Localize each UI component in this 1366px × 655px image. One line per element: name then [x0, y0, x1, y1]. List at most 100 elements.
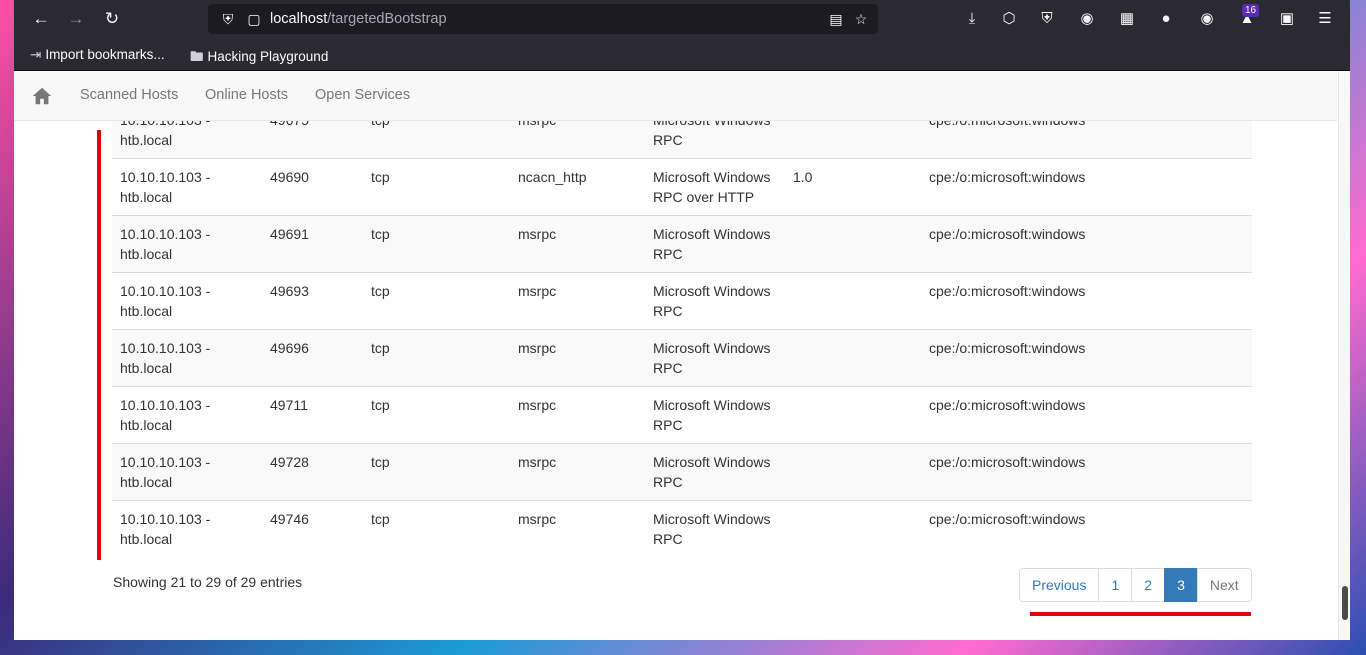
- cell-host: 10.10.10.103 - htb.local: [112, 386, 262, 444]
- extension-badge: 16: [1242, 4, 1260, 17]
- highlight-bar: [97, 130, 101, 560]
- url-path: /targetedBootstrap: [327, 11, 447, 27]
- cell-host: 10.10.10.103 - htb.local: [112, 443, 262, 501]
- cell-host: 10.10.10.103 - htb.local: [112, 215, 262, 273]
- cookie-editor-icon[interactable]: ◉: [1196, 8, 1218, 30]
- cell-product: Microsoft Windows RPC: [645, 500, 785, 558]
- page-info-icon[interactable]: ▢: [244, 9, 264, 29]
- table-row: 10.10.10.103 - htb.local 49690 tcp ncacn_ht…: [112, 158, 1252, 216]
- pagination-next[interactable]: Next: [1196, 568, 1252, 602]
- browser-window: ← → ↻ ⛨ ▢ localhost/targetedBootstrap ▤ …: [14, 0, 1350, 640]
- nav-online-hosts[interactable]: Online Hosts: [205, 87, 288, 103]
- qr-code-icon[interactable]: ▦: [1116, 8, 1138, 30]
- cell-host: 10.10.10.103 - htb.local: [112, 272, 262, 330]
- pagination-previous[interactable]: Previous: [1019, 568, 1100, 602]
- downloads-icon[interactable]: ⤓: [961, 8, 983, 30]
- pagination-page-3[interactable]: 3: [1164, 568, 1198, 602]
- cell-port: 49696: [262, 329, 363, 387]
- cell-port: 49746: [262, 500, 363, 558]
- nav-scanned-hosts[interactable]: Scanned Hosts: [80, 87, 178, 103]
- cell-version: [785, 215, 921, 273]
- forward-icon[interactable]: →: [64, 7, 88, 31]
- browser-toolbar: ← → ↻ ⛨ ▢ localhost/targetedBootstrap ▤ …: [14, 0, 1350, 38]
- cell-version: [785, 272, 921, 330]
- cell-cpe: cpe:/o:microsoft:windows: [921, 215, 1252, 273]
- cell-protocol: tcp: [363, 215, 510, 273]
- cell-version: [785, 386, 921, 444]
- cell-product: Microsoft Windows RPC: [645, 443, 785, 501]
- cell-service: msrpc: [510, 443, 645, 501]
- scrollbar-track[interactable]: [1338, 71, 1350, 640]
- table-row: 10.10.10.103 - htb.local 49746 tcp msrpc Mic…: [112, 500, 1252, 558]
- pagination-page-2[interactable]: 2: [1131, 568, 1166, 602]
- cell-cpe: cpe:/o:microsoft:windows: [921, 443, 1252, 501]
- cell-protocol: tcp: [363, 158, 510, 216]
- table-row: 10.10.10.103 - htb.local 49696 tcp msrpc Mic…: [112, 329, 1252, 387]
- cell-host: 10.10.10.103 - htb.local: [112, 500, 262, 558]
- cell-protocol: tcp: [363, 329, 510, 387]
- cell-product: Microsoft Windows RPC: [645, 386, 785, 444]
- url-text[interactable]: localhost/targetedBootstrap: [270, 11, 447, 27]
- cell-service: msrpc: [510, 215, 645, 273]
- cell-port: 49728: [262, 443, 363, 501]
- nav-open-services[interactable]: Open Services: [315, 87, 410, 103]
- cell-service: msrpc: [510, 386, 645, 444]
- bookmarks-bar: ⇥ Import bookmarks... 🖿 Hacking Playground: [14, 38, 1350, 71]
- cell-service: ncacn_http: [510, 158, 645, 216]
- reload-icon[interactable]: ↻: [100, 7, 124, 31]
- shield-icon[interactable]: ⛨: [218, 9, 238, 29]
- cookie-icon[interactable]: ●: [1155, 8, 1177, 30]
- table-row: 10.10.10.103 - htb.local 49711 tcp msrpc Mic…: [112, 386, 1252, 444]
- cell-host: 10.10.10.103 - htb.local: [112, 329, 262, 387]
- pagination: Previous 1 2 3 Next: [1019, 568, 1252, 602]
- folder-icon: 🖿: [190, 49, 204, 64]
- cell-service: msrpc: [510, 500, 645, 558]
- cell-port: 49711: [262, 386, 363, 444]
- bookmark-hacking-playground[interactable]: 🖿 Hacking Playground: [190, 47, 328, 70]
- bookmark-import-label: Import bookmarks...: [45, 47, 165, 62]
- services-table: 10.10.10.103 - htb.local49675tcpmsrpcMic…: [112, 101, 1252, 558]
- cell-product: Microsoft Windows RPC: [645, 215, 785, 273]
- cell-cpe: cpe:/o:microsoft:windows: [921, 158, 1252, 216]
- table-info: Showing 21 to 29 of 29 entries: [113, 574, 303, 590]
- url-host: localhost: [270, 11, 328, 27]
- cell-version: [785, 443, 921, 501]
- top-navbar: Scanned Hosts Online Hosts Open Services: [14, 71, 1337, 121]
- page-content: Scanned Hosts Online Hosts Open Services…: [14, 71, 1350, 640]
- scrollbar-thumb[interactable]: [1342, 586, 1348, 620]
- cell-cpe: cpe:/o:microsoft:windows: [921, 329, 1252, 387]
- cell-protocol: tcp: [363, 443, 510, 501]
- cell-host: 10.10.10.103 - htb.local: [112, 158, 262, 216]
- pagination-page-1[interactable]: 1: [1098, 568, 1133, 602]
- cell-port: 49693: [262, 272, 363, 330]
- cell-product: Microsoft Windows RPC over HTTP: [645, 158, 785, 216]
- cell-service: msrpc: [510, 272, 645, 330]
- glasses-extension-icon[interactable]: ◉: [1076, 8, 1098, 30]
- cell-version: [785, 500, 921, 558]
- table-row: 10.10.10.103 - htb.local 49691 tcp msrpc Mic…: [112, 215, 1252, 273]
- cell-cpe: cpe:/o:microsoft:windows: [921, 272, 1252, 330]
- extensions-icon[interactable]: ⬡: [998, 8, 1020, 30]
- cell-version: 1.0: [785, 158, 921, 216]
- ublock-icon[interactable]: ⛨: [1036, 8, 1058, 30]
- profile-icon[interactable]: ▣: [1276, 8, 1298, 30]
- cell-service: msrpc: [510, 329, 645, 387]
- cell-protocol: tcp: [363, 272, 510, 330]
- bookmark-import[interactable]: ⇥ Import bookmarks...: [30, 47, 165, 63]
- bookmark-folder-label: Hacking Playground: [207, 49, 329, 64]
- table-row: 10.10.10.103 - htb.local 49693 tcp msrpc Mic…: [112, 272, 1252, 330]
- cell-cpe: cpe:/o:microsoft:windows: [921, 386, 1252, 444]
- bookmark-star-icon[interactable]: ☆: [851, 9, 871, 29]
- back-icon[interactable]: ←: [29, 7, 53, 31]
- cell-protocol: tcp: [363, 386, 510, 444]
- highlight-underline: [1030, 612, 1251, 616]
- table-row: 10.10.10.103 - htb.local 49728 tcp msrpc Mic…: [112, 443, 1252, 501]
- menu-icon[interactable]: ☰: [1314, 8, 1336, 30]
- cell-product: Microsoft Windows RPC: [645, 272, 785, 330]
- cell-port: 49691: [262, 215, 363, 273]
- reader-view-icon[interactable]: ▤: [826, 9, 846, 29]
- home-icon[interactable]: [31, 85, 53, 107]
- url-bar[interactable]: ⛨ ▢ localhost/targetedBootstrap ▤ ☆: [208, 4, 878, 34]
- cell-cpe: cpe:/o:microsoft:windows: [921, 500, 1252, 558]
- cell-version: [785, 329, 921, 387]
